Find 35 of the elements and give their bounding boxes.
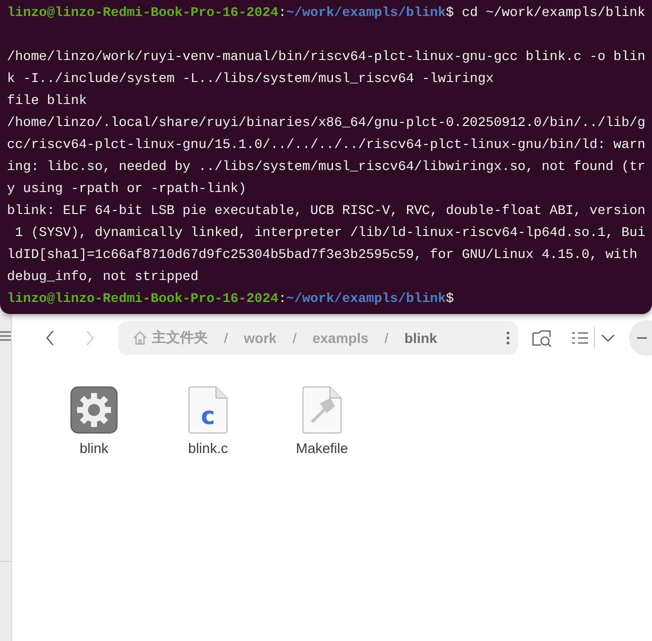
terminal-output-line: file blink (7, 92, 88, 110)
search-button[interactable] (532, 329, 552, 347)
terminal-output-line: 1 (SYSV), dynamically linked, interpreter /lib/ld-linux-riscv64-lp64d.so.1, Bui (14, 224, 646, 242)
breadcrumb-item[interactable]: 主文件夹 (128, 329, 212, 347)
terminal-output-line: blink: ELF 64-bit LSB pie executable, UCB RISC-V, RVC, double-float ABI, version (7, 202, 646, 220)
terminal-output-line: ldID[sha1]=1c66af8710d67d9fc25304b5bad7f3e3b2595c59, for GNU/Linux 4.15.0, with (7, 246, 638, 264)
path-separator: / (384, 330, 390, 346)
path-separator: / (292, 330, 298, 346)
menu-icon[interactable] (0, 331, 11, 341)
more-options-icon[interactable] (506, 331, 510, 345)
breadcrumb-item[interactable]: blink (400, 330, 442, 346)
file-item[interactable]: Makefile (278, 386, 366, 456)
back-chevron-icon (46, 330, 54, 346)
c-file-icon: c (188, 386, 228, 434)
prompt-line: linzo@linzo-Redmi-Book-Pro-16-2024:~/work/exampls/blink$ (7, 290, 455, 308)
terminal-output-line: y using -rpath or -rpath-link) (7, 180, 248, 198)
terminal-output-line: cc/riscv64-plct-linux-gnu/15.1.0/../../../../riscv64-plct-linux-gnu/bin/ld: warn (7, 136, 646, 154)
breadcrumb-item[interactable]: work (240, 330, 281, 346)
terminal-output-line: debug_info, not stripped (7, 268, 200, 286)
list-view-button[interactable] (572, 331, 588, 345)
terminal-output-line: /home/linzo/.local/share/ruyi/binaries/x86_64/gnu-plct-0.20250912.0/bin/../lib/g (7, 114, 646, 132)
file-item[interactable]: blink (50, 386, 138, 456)
gear-icon (70, 386, 118, 434)
prompt-line: linzo@linzo-Redmi-Book-Pro-16-2024:~/work/exampls/blink$ cd ~/work/exampls/blink (7, 4, 646, 22)
minimize-icon (637, 337, 647, 339)
terminal-output-line: ing: libc.so, needed by ../libs/system/musl_riscv64/libwiringx.so, not found (tr (7, 158, 646, 176)
view-options-button[interactable] (601, 334, 615, 342)
forward-chevron-icon (86, 330, 94, 346)
terminal-output-line: k -I../include/system -L../libs/system/musl_riscv64 -lwiringx (7, 70, 495, 88)
path-separator: / (223, 330, 229, 346)
home-icon (132, 330, 148, 346)
file-item[interactable]: c blink.c (164, 386, 252, 456)
hammer-file-icon (302, 386, 342, 434)
breadcrumb-item[interactable]: exampls (308, 330, 373, 346)
terminal-output-line: /home/linzo/work/ruyi-venv-manual/bin/riscv64-plct-linux-gnu-gcc blink.c -o blin (7, 48, 646, 66)
